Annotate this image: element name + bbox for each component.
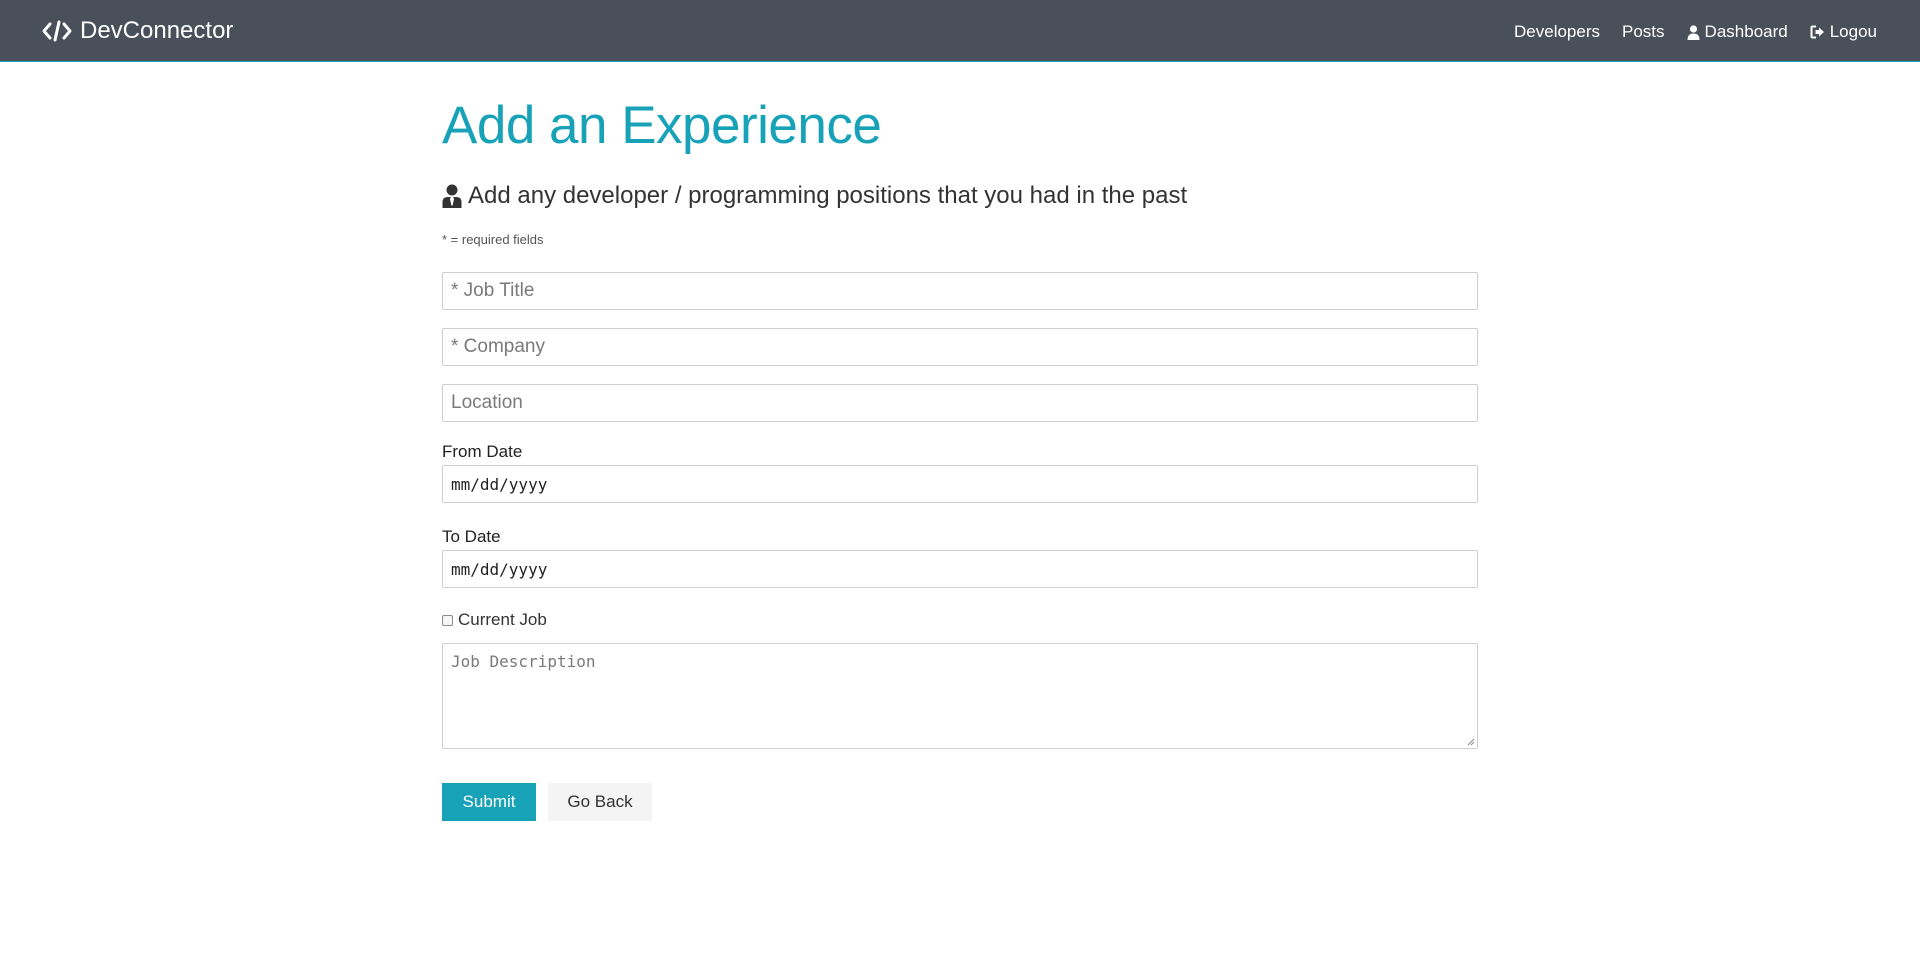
to-date-input[interactable]: mm/dd/yyyy <box>442 550 1478 588</box>
from-date-value: mm/dd/yyyy <box>451 474 548 494</box>
nav-posts-link[interactable]: Posts <box>1622 22 1665 42</box>
job-title-input[interactable] <box>442 272 1478 310</box>
to-date-label: To Date <box>442 527 501 546</box>
user-icon <box>1687 24 1700 40</box>
nav-dashboard-link[interactable]: Dashboard <box>1687 22 1788 42</box>
nav-links: Developers Posts Dashboard Logou <box>1492 18 1877 46</box>
from-date-input[interactable]: mm/dd/yyyy <box>442 465 1478 503</box>
location-input[interactable] <box>442 384 1478 422</box>
form-buttons: Submit Go Back <box>442 783 1478 821</box>
nav-developers-link[interactable]: Developers <box>1514 22 1600 42</box>
nav-posts-label: Posts <box>1622 22 1665 41</box>
code-icon <box>42 20 72 42</box>
page-title: Add an Experience <box>442 96 882 155</box>
user-tie-icon <box>442 184 462 208</box>
to-date-value: mm/dd/yyyy <box>451 559 548 579</box>
current-job-checkbox[interactable] <box>442 614 453 626</box>
current-job-row: Current Job <box>442 610 1478 630</box>
resize-grip-icon[interactable] <box>1467 738 1475 746</box>
top-navbar: DevConnector Developers Posts Dashboard … <box>0 0 1920 62</box>
current-job-label: Current Job <box>458 610 547 629</box>
brand-link[interactable]: DevConnector <box>42 14 233 48</box>
submit-button[interactable]: Submit <box>442 783 536 821</box>
go-back-button[interactable]: Go Back <box>548 783 652 821</box>
main-content: Add an Experience Add any developer / pr… <box>442 62 1478 821</box>
job-description-textarea[interactable]: Job Description <box>442 643 1478 749</box>
nav-dashboard-label: Dashboard <box>1704 22 1788 41</box>
company-input[interactable] <box>442 328 1478 366</box>
nav-logout-label: Logou <box>1829 22 1877 41</box>
required-fields-note: * = required fields <box>442 232 544 247</box>
nav-developers-label: Developers <box>1514 22 1601 41</box>
page-lead: Add any developer / programming position… <box>442 180 1478 212</box>
sign-out-icon <box>1810 25 1824 39</box>
from-date-label: From Date <box>442 442 523 461</box>
job-description-placeholder: Job Description <box>451 652 596 671</box>
page-lead-text: Add any developer / programming position… <box>468 182 1188 209</box>
brand-name: DevConnector <box>80 17 234 44</box>
nav-logout-link[interactable]: Logou <box>1810 22 1877 42</box>
